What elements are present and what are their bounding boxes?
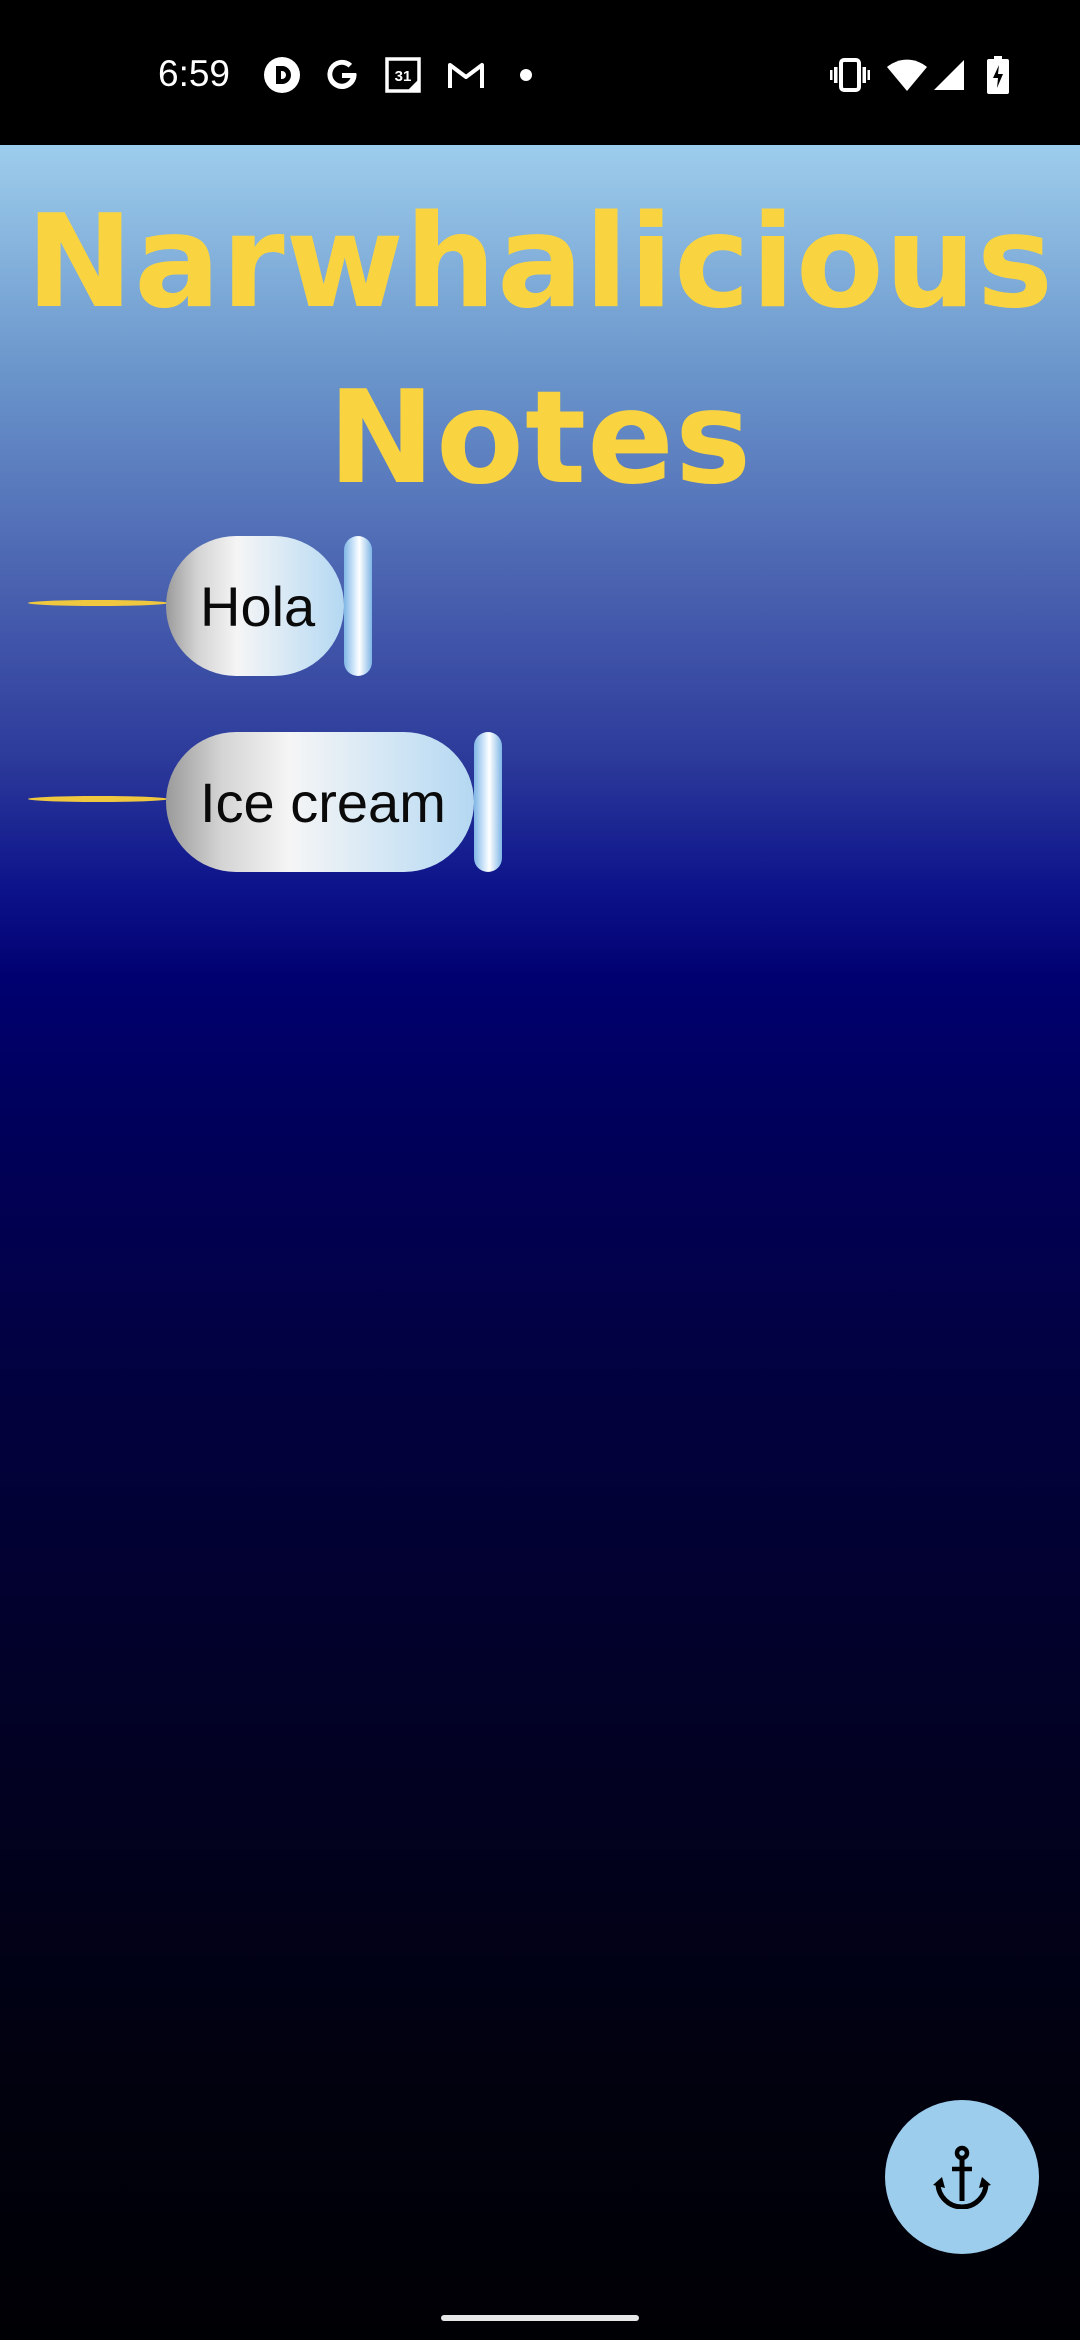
note-label[interactable]: Ice cream: [166, 732, 474, 872]
anchor-fab-button[interactable]: [885, 2100, 1039, 2254]
app-title-line2: Notes: [327, 364, 753, 513]
screen: 6:59 31 Narwhalicious Notes Hola Ice cre…: [0, 0, 1080, 2340]
gmail-icon: [446, 56, 486, 94]
battery-charging-icon: [985, 56, 1011, 94]
note-item[interactable]: Ice cream: [0, 732, 510, 872]
narwhal-tusk: [28, 600, 168, 606]
note-item[interactable]: Hola: [0, 536, 380, 676]
app-content: Narwhalicious Notes Hola Ice cream: [0, 145, 1080, 2340]
app-title: Narwhalicious Notes: [0, 175, 1080, 527]
calendar-icon: 31: [383, 56, 423, 94]
google-icon: [322, 56, 362, 94]
dot-icon: [516, 56, 536, 94]
anchor-icon: [933, 2145, 991, 2209]
signal-icon: [932, 56, 966, 94]
narwhal-tusk: [28, 796, 168, 802]
status-bar: 6:59 31: [0, 0, 1080, 145]
pocket-casts-icon: [262, 56, 302, 94]
status-time: 6:59: [158, 53, 231, 94]
narwhal-tail: [344, 536, 372, 676]
narwhal-tail: [474, 732, 502, 872]
home-indicator[interactable]: [441, 2315, 639, 2321]
app-title-line1: Narwhalicious: [25, 188, 1055, 337]
wifi-icon: [886, 56, 928, 94]
vibrate-icon: [830, 56, 870, 94]
note-label[interactable]: Hola: [166, 536, 344, 676]
calendar-day-text: 31: [395, 68, 412, 85]
